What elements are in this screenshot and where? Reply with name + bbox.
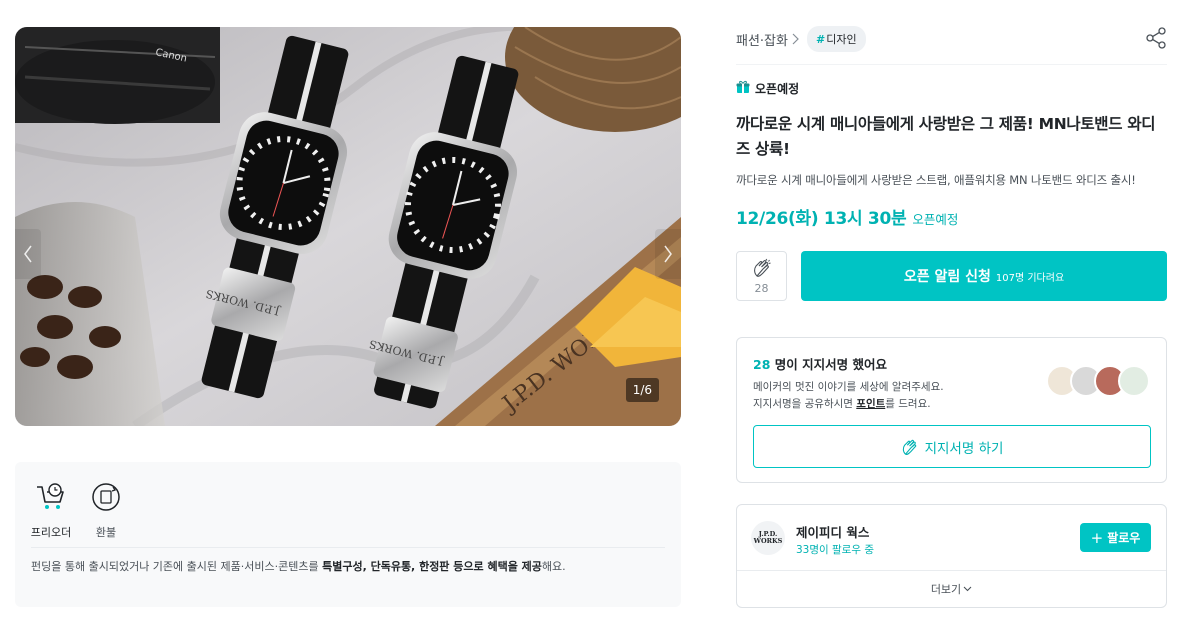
support-heading: 28 명이 지지서명 했어요 (753, 354, 887, 373)
cart-clock-icon (34, 480, 68, 514)
notice-suffix: 해요. (541, 560, 566, 573)
sign-support-button[interactable]: 지지서명 하기 (753, 425, 1151, 468)
follow-label: 팔로우 (1107, 531, 1141, 545)
product-image-gallery[interactable]: Canon J.P.D. WORKS J.P.D. WORKS J.P.D. W… (15, 27, 681, 426)
gift-icon (736, 80, 750, 97)
open-date: 12/26(화) 13시 30분 (736, 209, 907, 229)
badge-preorder-label: 프리오더 (30, 526, 72, 539)
share-button[interactable] (1145, 27, 1167, 49)
gallery-counter: 1/6 (625, 378, 659, 402)
cheer-button[interactable]: 28 (736, 251, 787, 301)
status-label: 오픈예정 (755, 82, 800, 96)
header-divider (736, 64, 1167, 65)
maker-more-button[interactable]: 더보기 (737, 570, 1166, 608)
notice-text: 펀딩을 통해 출시되었거나 기존에 출시된 제품·서비스·콘텐츠를 (31, 560, 323, 573)
maker-name[interactable]: 제이피디 웍스 (796, 522, 869, 541)
sign-support-label: 지지서명 하기 (924, 440, 1004, 457)
project-subtitle: 까다로운 시계 매니아들에게 사랑받은 스트랩, 애플워치용 MN 나토밴드 와… (736, 173, 1136, 187)
chevron-right-icon (664, 245, 672, 263)
notify-label: 오픈 알림 신청 (903, 269, 991, 285)
chevron-down-icon (963, 586, 972, 592)
support-heading-text: 명이 지지서명 했어요 (770, 357, 887, 372)
chevron-left-icon (24, 245, 32, 263)
cheer-count: 28 (754, 281, 769, 295)
open-suffix: 오픈예정 (912, 212, 959, 227)
supporter-avatars (1046, 365, 1150, 399)
support-points-link[interactable]: 포인트 (856, 398, 885, 410)
maker-logo-text: J.P.D. WORKS (754, 531, 783, 545)
page-root: Canon J.P.D. WORKS J.P.D. WORKS J.P.D. W… (0, 0, 1179, 632)
project-title: 까다로운 시계 매니아들에게 사랑받은 그 제품! MN나토밴드 와디즈 상륙! (736, 115, 1156, 158)
tag-hash: # (815, 33, 826, 46)
chevron-right-icon (792, 30, 799, 49)
badge-refund-label: 환불 (95, 526, 117, 539)
notify-waiting-count: 107명 기다려요 (995, 272, 1065, 284)
preorder-notice: 펀딩을 통해 출시되었거나 기존에 출시된 제품·서비스·콘텐츠를 특별구성, … (31, 558, 566, 574)
badge-preorder[interactable]: 프리오더 (21, 480, 81, 540)
clap-icon (902, 439, 916, 455)
support-desc-suffix: 를 드려요. (885, 398, 931, 410)
maker-card: J.P.D. WORKS 제이피디 웍스 33명이 팔로우 중 + 팔로우 더보기 (736, 504, 1167, 608)
maker-logo[interactable]: J.P.D. WORKS (751, 521, 785, 555)
support-description-2: 지지서명을 공유하시면 포인트를 드려요. (753, 396, 931, 411)
plus-icon: + (1090, 528, 1104, 547)
maker-followers: 33명이 팔로우 중 (796, 544, 874, 556)
preorder-info-box: 프리오더 환불 펀딩을 통해 출시되었거나 기존에 출시된 제품·서비스·콘텐츠… (15, 462, 681, 607)
gallery-prev-button[interactable] (15, 229, 41, 279)
clap-icon (753, 258, 771, 277)
gallery-next-button[interactable] (655, 229, 681, 279)
design-tag[interactable]: #디자인 (806, 26, 866, 52)
avatar (1118, 365, 1150, 397)
info-divider (31, 547, 665, 548)
product-image: Canon J.P.D. WORKS J.P.D. WORKS J.P.D. W… (15, 27, 681, 426)
badge-refund[interactable]: 환불 (76, 480, 136, 540)
refund-icon (89, 480, 123, 514)
open-schedule: 12/26(화) 13시 30분 오픈예정 (736, 204, 958, 229)
share-icon (1146, 27, 1166, 49)
follow-button[interactable]: + 팔로우 (1080, 523, 1151, 552)
open-notify-button[interactable]: 오픈 알림 신청 107명 기다려요 (801, 251, 1167, 301)
status-badge: 오픈예정 (736, 80, 799, 97)
support-count: 28 (753, 357, 771, 372)
support-signature-card: 28 명이 지지서명 했어요 메이커의 멋진 이야기를 세상에 알려주세요. 지… (736, 337, 1167, 483)
notice-highlight: 특별구성, 단독유통, 한정판 등으로 혜택을 제공 (322, 560, 542, 573)
breadcrumb: 패션·잡화 #디자인 (736, 26, 866, 52)
support-description-1: 메이커의 멋진 이야기를 세상에 알려주세요. (753, 381, 944, 393)
support-desc-prefix: 지지서명을 공유하시면 (753, 398, 857, 410)
more-label: 더보기 (930, 583, 962, 596)
tag-label: 디자인 (826, 33, 857, 46)
breadcrumb-category[interactable]: 패션·잡화 (736, 30, 788, 49)
maker-logo-line2: WORKS (753, 537, 783, 545)
